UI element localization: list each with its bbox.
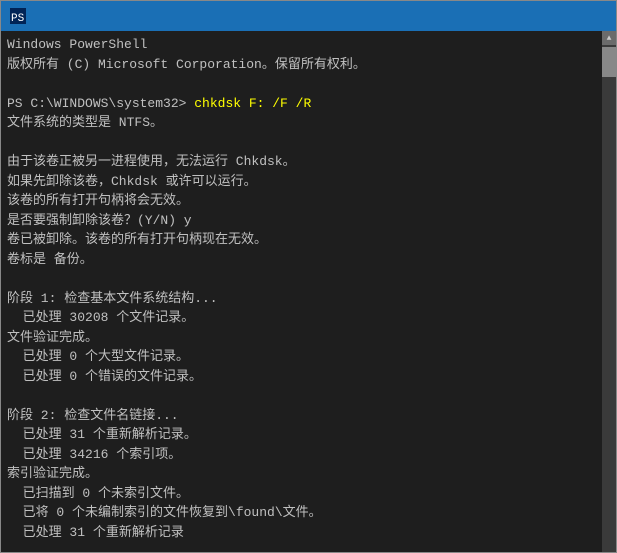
minimize-button[interactable] — [470, 1, 516, 31]
powershell-window: PS Windows PowerShell 版权所有 (C) Microsoft… — [0, 0, 617, 553]
svg-text:PS: PS — [11, 13, 25, 24]
powershell-icon: PS — [9, 7, 27, 25]
scroll-up-button[interactable]: ▲ — [602, 31, 616, 45]
maximize-button[interactable] — [516, 1, 562, 31]
console-area: Windows PowerShell 版权所有 (C) Microsoft Co… — [1, 31, 616, 552]
close-button[interactable] — [562, 1, 608, 31]
title-bar: PS — [1, 1, 616, 31]
scrollbar-track[interactable]: ▲ — [602, 31, 616, 552]
console-body[interactable]: Windows PowerShell 版权所有 (C) Microsoft Co… — [1, 31, 602, 552]
scroll-thumb[interactable] — [602, 47, 616, 77]
window-controls — [470, 1, 608, 31]
console-output: Windows PowerShell 版权所有 (C) Microsoft Co… — [7, 35, 596, 548]
